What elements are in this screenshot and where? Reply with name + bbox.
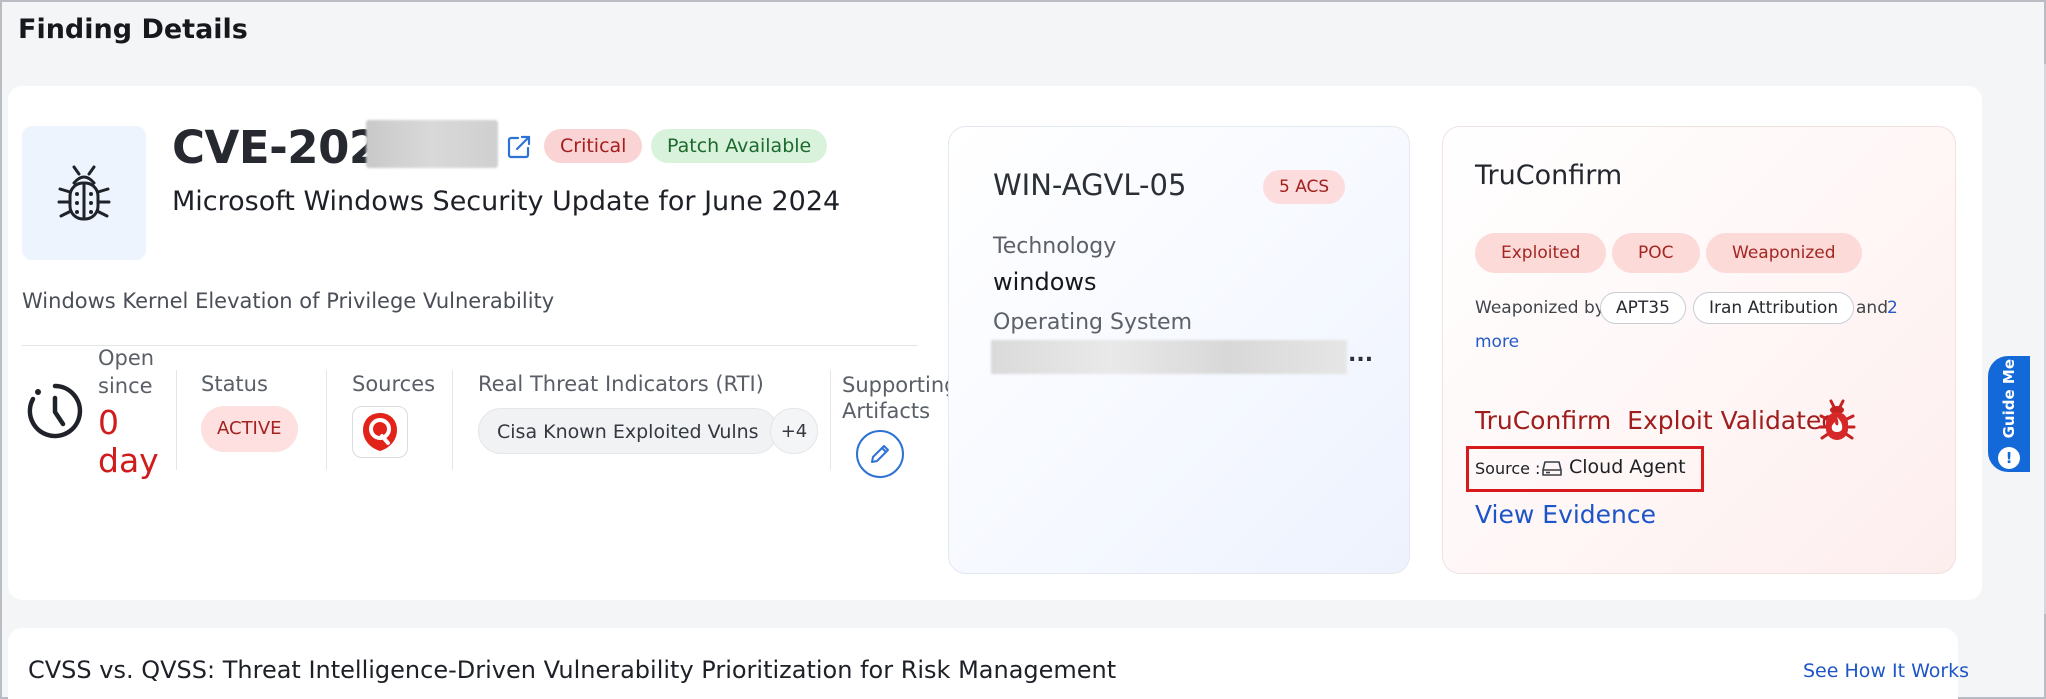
exploited-tag: Exploited bbox=[1475, 233, 1607, 273]
source-label: Source : bbox=[1475, 459, 1541, 478]
operating-system-label: Operating System bbox=[993, 310, 1193, 335]
patch-status-badge: Patch Available bbox=[651, 129, 828, 163]
more-actors-link[interactable]: more bbox=[1475, 332, 1519, 352]
vulnerability-bug-icon bbox=[22, 126, 146, 260]
finding-description: Windows Kernel Elevation of Privilege Vu… bbox=[22, 289, 555, 313]
clock-icon bbox=[26, 382, 84, 440]
actor-pill[interactable]: APT35 bbox=[1600, 292, 1686, 324]
divider bbox=[326, 370, 327, 470]
technology-label: Technology bbox=[993, 234, 1117, 259]
actor-pill[interactable]: Iran Attribution bbox=[1693, 292, 1855, 324]
poc-tag: POC bbox=[1612, 233, 1700, 273]
edit-artifacts-button[interactable] bbox=[856, 430, 904, 478]
divider bbox=[830, 370, 831, 470]
external-link-icon[interactable] bbox=[506, 134, 532, 160]
os-ellipsis: ... bbox=[1348, 342, 1374, 367]
weaponized-by-label: Weaponized by bbox=[1475, 298, 1605, 318]
rti-more-button[interactable]: +4 bbox=[770, 408, 818, 454]
redacted-operating-system bbox=[991, 340, 1347, 374]
supporting-artifacts-label: Supporting Artifacts bbox=[842, 373, 958, 423]
truconfirm-label: TruConfirm bbox=[1475, 406, 1612, 435]
truconfirm-title: TruConfirm bbox=[1475, 160, 1623, 191]
open-since-label: Open since bbox=[98, 346, 155, 398]
cvss-qvss-title: CVSS vs. QVSS: Threat Intelligence-Drive… bbox=[28, 656, 1117, 684]
acs-badge: 5 ACS bbox=[1263, 170, 1346, 204]
technology-value: windows bbox=[993, 268, 1097, 296]
weaponized-tag: Weaponized bbox=[1706, 233, 1862, 273]
info-icon: ! bbox=[1998, 446, 2020, 469]
page-title: Finding Details bbox=[18, 14, 248, 45]
guide-me-button[interactable]: Guide Me ! bbox=[1988, 356, 2030, 472]
divider bbox=[452, 370, 453, 470]
exploit-validated-text: TruConfirm Exploit Validated bbox=[1475, 406, 1837, 435]
see-how-it-works-link[interactable]: See How It Works bbox=[1803, 660, 1969, 682]
severity-badge: Critical bbox=[544, 129, 643, 163]
sources-label: Sources bbox=[352, 372, 436, 396]
redacted-cve-number bbox=[366, 120, 498, 168]
finding-title: Microsoft Windows Security Update for Ju… bbox=[172, 186, 841, 217]
rti-chip[interactable]: Cisa Known Exploited Vulns bbox=[478, 408, 778, 454]
rti-label: Real Threat Indicators (RTI) bbox=[478, 372, 764, 396]
status-label: Status bbox=[201, 372, 268, 396]
qualys-source-icon[interactable] bbox=[352, 406, 408, 458]
asset-name[interactable]: WIN-AGVL-05 bbox=[993, 168, 1186, 202]
cloud-agent-drive-icon bbox=[1542, 459, 1562, 477]
more-actors-count-link[interactable]: 2 bbox=[1887, 298, 1898, 318]
exploit-fire-bug-icon bbox=[1818, 398, 1856, 442]
open-since-value: 0 day bbox=[98, 403, 159, 480]
and-text: and bbox=[1856, 298, 1888, 318]
exploit-validated-label: Exploit Validated bbox=[1627, 406, 1838, 435]
guide-me-label: Guide Me bbox=[2000, 359, 2018, 439]
pencil-icon bbox=[871, 445, 889, 463]
source-value: Cloud Agent bbox=[1569, 456, 1686, 478]
view-evidence-link[interactable]: View Evidence bbox=[1475, 500, 1656, 529]
status-badge: ACTIVE bbox=[201, 406, 298, 452]
divider bbox=[176, 370, 177, 470]
